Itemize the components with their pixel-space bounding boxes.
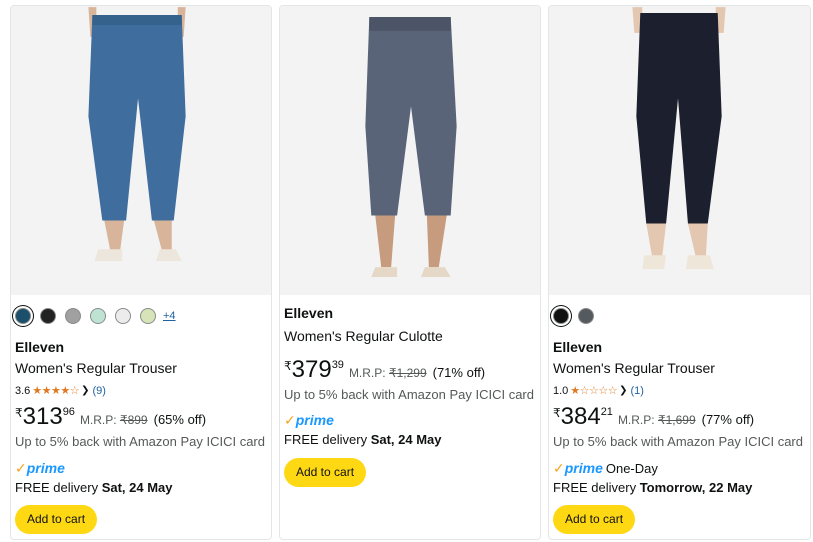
product-image[interactable] <box>280 6 540 295</box>
cashback-offer: Up to 5% back with Amazon Pay ICICI card <box>284 387 534 402</box>
color-swatch[interactable] <box>140 308 156 324</box>
rating-row[interactable]: 3.6 ★★★★☆ ❯ (9) <box>15 382 267 399</box>
delivery-date: Tomorrow, 22 May <box>639 480 753 495</box>
brand-name: Elleven <box>553 339 603 355</box>
more-colors-link[interactable]: +4 <box>163 310 176 322</box>
color-swatch[interactable] <box>90 308 106 324</box>
add-to-cart-button[interactable]: Add to cart <box>15 505 98 534</box>
review-count-link[interactable]: (9) <box>93 385 106 397</box>
brand-name: Elleven <box>15 339 65 355</box>
mrp-label-text: M.R.P: <box>617 413 655 427</box>
color-swatches: +4 <box>15 305 267 327</box>
mrp-value: ₹1,699 <box>657 413 696 427</box>
prime-badge: ✓ prime <box>15 459 267 477</box>
one-day-label: One-Day <box>605 460 658 476</box>
chevron-down-icon[interactable]: ❯ <box>619 385 627 396</box>
brand-name: Elleven <box>284 305 334 321</box>
color-swatch[interactable] <box>115 308 131 324</box>
color-swatch[interactable] <box>15 308 31 324</box>
prime-badge: ✓ prime One-Day <box>553 459 806 477</box>
delivery-date: Sat, 24 May <box>101 480 173 495</box>
price-fraction: 96 <box>62 406 75 418</box>
cashback-offer: Up to 5% back with Amazon Pay ICICI card <box>15 434 265 449</box>
price-row[interactable]: ₹ 313 96 M.R.P: ₹899 (65% off) <box>15 404 267 430</box>
mrp-label: M.R.P: ₹1,699 <box>618 413 696 427</box>
product-title-link[interactable]: Women's Regular Trouser <box>15 358 267 378</box>
product-title-link[interactable]: Women's Regular Culotte <box>284 326 536 346</box>
color-swatch[interactable] <box>40 308 56 324</box>
culotte-grey-image <box>280 7 540 294</box>
product-card[interactable]: +4 Elleven Women's Regular Trouser 3.6 ★… <box>10 5 272 540</box>
delivery-info: FREE delivery Sat, 24 May <box>284 431 536 448</box>
product-title-link[interactable]: Women's Regular Trouser <box>553 358 806 378</box>
mrp-label-text: M.R.P: <box>348 366 386 380</box>
prime-badge: ✓ prime <box>284 411 536 429</box>
delivery-info: FREE delivery Sat, 24 May <box>15 479 267 496</box>
color-swatch[interactable] <box>578 308 594 324</box>
mrp-value: ₹899 <box>119 413 148 427</box>
prime-icon: ✓ prime <box>553 459 603 477</box>
chevron-down-icon[interactable]: ❯ <box>81 385 89 396</box>
rating-value: 3.6 <box>15 384 31 397</box>
review-count-link[interactable]: (1) <box>631 385 644 397</box>
star-rating-icon: ★☆☆☆☆ <box>570 385 618 397</box>
price-fraction: 21 <box>600 406 613 418</box>
price-fraction: 39 <box>331 359 344 371</box>
color-swatch[interactable] <box>65 308 81 324</box>
delivery-info: FREE delivery Tomorrow, 22 May <box>553 479 806 496</box>
prime-icon: ✓ prime <box>15 459 65 477</box>
add-to-cart-button[interactable]: Add to cart <box>553 505 636 534</box>
color-swatches <box>553 305 806 327</box>
cashback-offer: Up to 5% back with Amazon Pay ICICI card <box>553 434 803 449</box>
product-card[interactable]: Elleven Women's Regular Trouser 1.0 ★☆☆☆… <box>548 5 811 540</box>
delivery-prefix: FREE delivery <box>15 480 99 495</box>
mrp-value: ₹1,299 <box>388 366 427 380</box>
delivery-prefix: FREE delivery <box>284 432 368 447</box>
mrp-label-text: M.R.P: <box>79 413 117 427</box>
star-rating-icon: ★★★★☆ <box>32 385 80 397</box>
price-row[interactable]: ₹ 379 39 M.R.P: ₹1,299 (71% off) <box>284 357 536 383</box>
prime-icon: ✓ prime <box>284 411 334 429</box>
color-swatch[interactable] <box>553 308 569 324</box>
price-currency: ₹ <box>553 406 561 420</box>
mrp-label: M.R.P: ₹1,299 <box>349 366 427 380</box>
add-to-cart-button[interactable]: Add to cart <box>284 458 367 487</box>
price-row[interactable]: ₹ 384 21 M.R.P: ₹1,699 (77% off) <box>553 404 806 430</box>
price-currency: ₹ <box>284 359 292 373</box>
product-image[interactable] <box>549 6 810 295</box>
price-whole: 384 <box>560 403 601 430</box>
delivery-date: Sat, 24 May <box>370 432 442 447</box>
rating-row[interactable]: 1.0 ★☆☆☆☆ ❯ (1) <box>553 382 806 399</box>
price-whole: 313 <box>22 403 63 430</box>
mrp-label: M.R.P: ₹899 <box>80 413 148 427</box>
discount-text: (65% off) <box>153 412 207 427</box>
discount-text: (71% off) <box>432 365 486 380</box>
price-currency: ₹ <box>15 406 23 420</box>
product-image[interactable] <box>11 6 271 295</box>
discount-text: (77% off) <box>701 412 755 427</box>
rating-value: 1.0 <box>553 384 569 397</box>
trouser-blue-image <box>11 7 271 294</box>
product-card[interactable]: Elleven Women's Regular Culotte ₹ 379 39… <box>279 5 541 540</box>
delivery-prefix: FREE delivery <box>553 480 637 495</box>
price-whole: 379 <box>291 356 332 383</box>
trouser-black-image <box>549 7 810 294</box>
